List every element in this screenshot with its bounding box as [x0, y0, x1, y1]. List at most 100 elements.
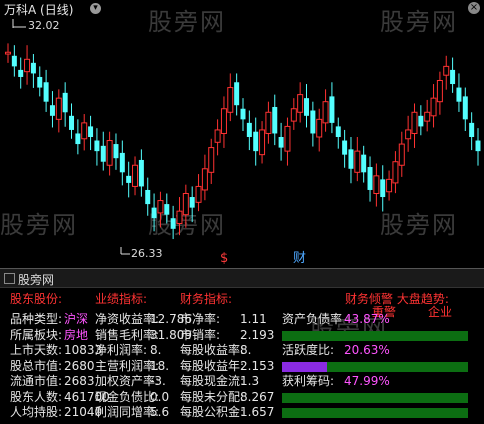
candle-body [354, 150, 361, 173]
candle-body [348, 149, 354, 169]
value-performance: 0.0 [150, 389, 170, 404]
candle-body [436, 80, 443, 103]
candle-body [11, 55, 17, 67]
candle-body [208, 147, 215, 173]
candle-body [265, 111, 272, 134]
trend-indicator: 企业 [428, 305, 453, 319]
candle-body [18, 69, 24, 77]
candle-body [62, 92, 68, 113]
header-warning-trend: 财务倾警 大盘趋势: [345, 292, 449, 306]
ratio-bar-fill [282, 361, 327, 372]
candle-body [310, 110, 316, 134]
candle-body [201, 168, 208, 191]
value-financial: 2.193 [240, 327, 275, 342]
value-financial: 2.153 [240, 358, 275, 373]
candlestick-chart[interactable]: 万科A (日线) ▾ × 股旁网 股旁网 股旁网 股旁网 股旁网 32.02 2… [0, 0, 484, 266]
candle-body [253, 131, 259, 152]
label-financial: 每股未分配: [180, 389, 245, 404]
value-shareholding: 房地 [64, 327, 89, 342]
candle-body [81, 122, 88, 140]
candle-body [272, 106, 278, 134]
candle-body [43, 82, 49, 102]
candle-body [405, 129, 412, 140]
ratio-bar [282, 330, 468, 341]
candle-body [100, 145, 106, 162]
candle-body [227, 87, 234, 113]
label-shareholding: 所属板块: [10, 327, 63, 342]
label-shareholding: 上市天数: [10, 343, 63, 357]
value-ratio: 43.87% [344, 312, 390, 326]
candle-body [367, 167, 373, 190]
candle-body [220, 108, 227, 134]
value-financial: 8.267 [240, 389, 275, 404]
finance-marker[interactable]: 财 [293, 252, 306, 266]
candle-body [170, 218, 176, 229]
candle-body [392, 161, 399, 184]
candle-body [106, 140, 113, 166]
candle-body [380, 179, 386, 198]
label-shareholding: 人均持股: [10, 405, 63, 419]
info-panel-title: 股旁网 [18, 273, 55, 287]
candle-body [462, 96, 468, 120]
label-financial: 每股公积金: [180, 405, 245, 419]
value-ratio: 47.99% [344, 374, 390, 388]
candle-body [456, 87, 462, 102]
ratio-bar [282, 392, 468, 403]
label-ratio: 资产负债率 [282, 312, 343, 326]
candle-body [55, 97, 62, 120]
info-panel: 股旁网 股旁网 股东股份: 业绩指标: 财务指标: 财务倾警 大盘趋势: 重警 … [0, 268, 484, 424]
event-marker-s[interactable]: $ [220, 252, 228, 266]
candle-body [386, 178, 393, 193]
candle-body [424, 111, 431, 122]
label-financial: 每股收益率: [180, 343, 245, 357]
candle-body [290, 108, 297, 122]
label-financial: 每股收益年: [180, 358, 245, 373]
candle-body [373, 175, 380, 194]
value-shareholding: 2680 [64, 358, 95, 373]
value-shareholding: 2683 [64, 374, 95, 388]
ratio-bar [282, 408, 468, 418]
label-shareholding: 流通市值: [10, 374, 63, 388]
candle-body [398, 143, 405, 166]
candle-body [342, 140, 348, 155]
candle-body [75, 133, 81, 145]
header-financial: 财务指标: [180, 292, 233, 306]
candle-body [297, 94, 304, 113]
value-shareholding: 沪深 [64, 312, 89, 326]
candle-body [176, 210, 183, 225]
ratio-bar [282, 361, 468, 372]
candle-body [322, 101, 329, 124]
candle-body [94, 140, 100, 152]
value-financial: 1.657 [240, 405, 275, 419]
candle-body [469, 122, 475, 137]
candle-body [157, 200, 164, 214]
value-financial: 1.11 [240, 312, 267, 326]
label-shareholding: 股东人数: [10, 389, 63, 404]
candle-body [126, 175, 132, 183]
low-price-label: 26.33 [131, 247, 163, 260]
candle-body [182, 193, 189, 216]
label-performance: 净利润率: [95, 343, 148, 357]
candle-body [304, 98, 310, 116]
candle-body [430, 97, 437, 117]
value-financial: 1.3 [240, 374, 260, 388]
label-ratio: 获利筹码: [282, 374, 335, 388]
candle-body [132, 164, 139, 187]
candle-body [151, 207, 157, 219]
candle-body [5, 51, 11, 55]
candle-body [278, 137, 284, 148]
header-performance: 业绩指标: [95, 292, 148, 306]
candle-body [69, 115, 75, 130]
candle-body [443, 65, 450, 76]
label-shareholding: 品种类型: [10, 312, 63, 326]
candle-body [361, 154, 367, 173]
panel-icon [4, 273, 15, 284]
candle-body [145, 189, 151, 205]
candle-body [246, 122, 252, 137]
candle-body [450, 69, 456, 85]
label-financial: 市净率: [180, 312, 221, 326]
info-panel-header: 股旁网 [0, 269, 484, 288]
candle-body [164, 204, 170, 215]
candlestick-series [5, 19, 481, 255]
value-performance: 5.6 [150, 405, 170, 419]
